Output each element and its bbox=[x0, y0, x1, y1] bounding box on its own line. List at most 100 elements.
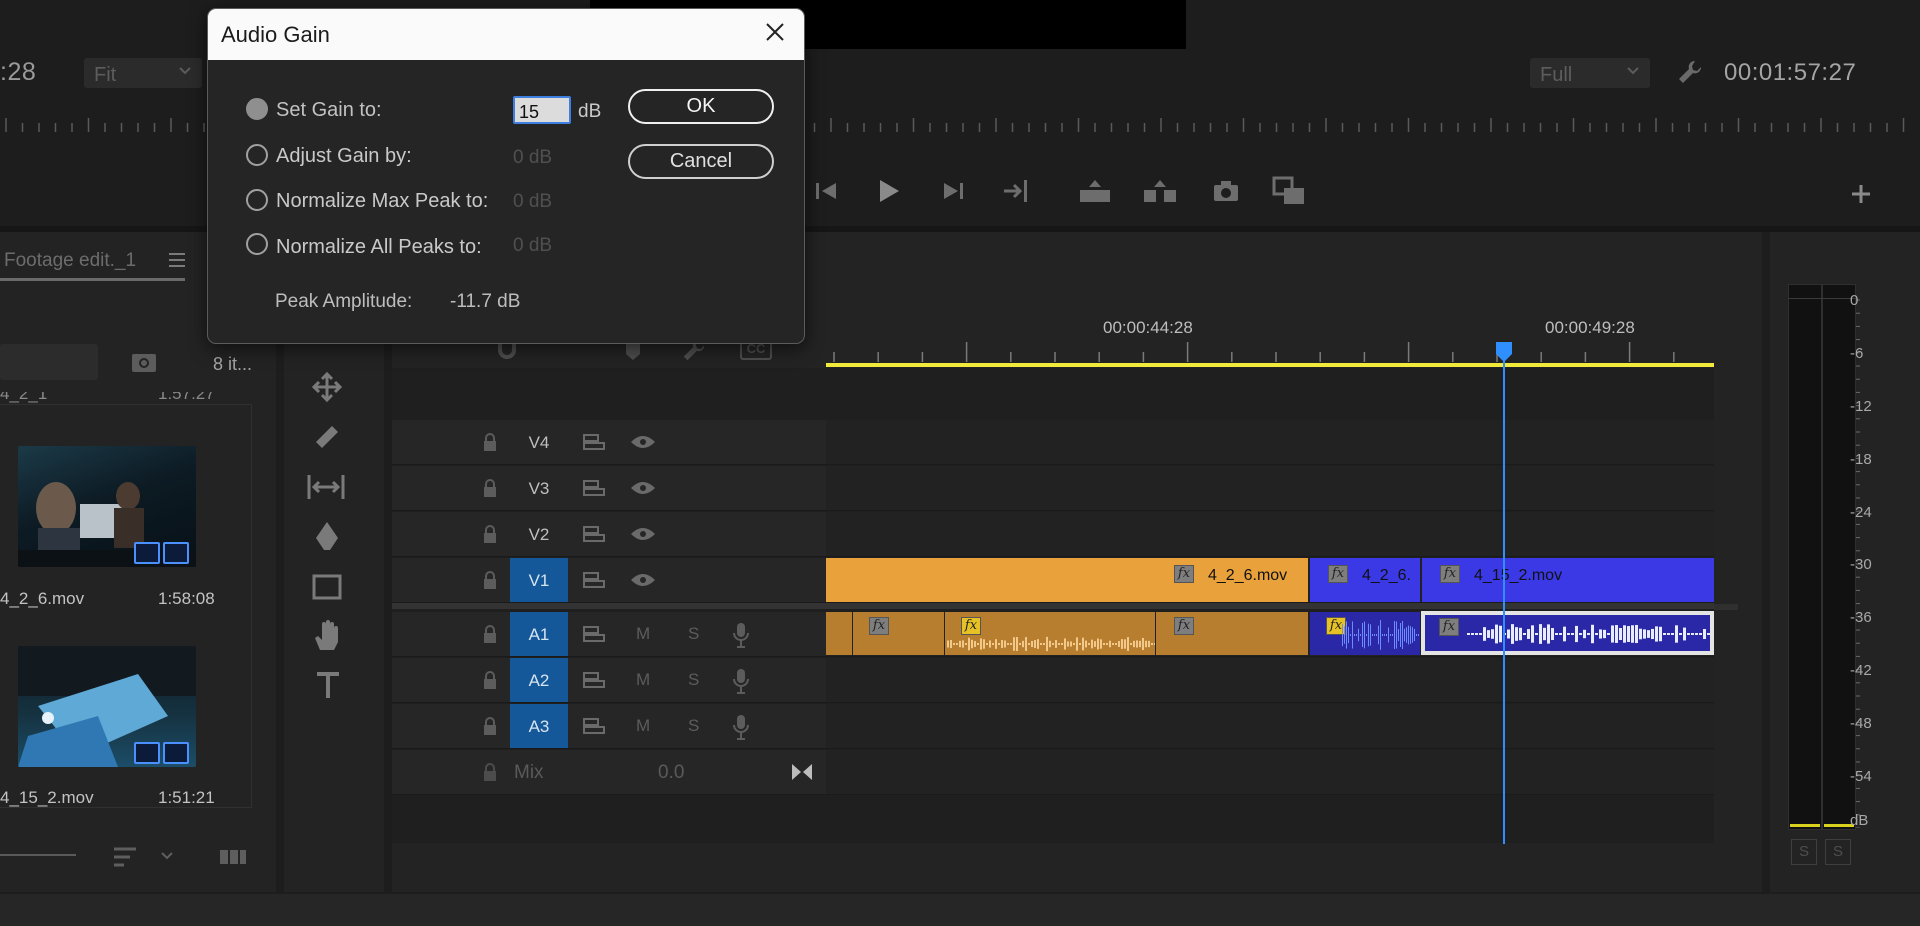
step-back-icon[interactable] bbox=[814, 180, 840, 202]
track-header-v2[interactable]: V2 bbox=[392, 512, 826, 557]
gain-input[interactable] bbox=[513, 96, 571, 124]
sort-icon[interactable] bbox=[112, 846, 138, 868]
track-lane-mix[interactable] bbox=[826, 750, 1714, 795]
track-header-v1[interactable]: V1 bbox=[392, 558, 826, 603]
eye-icon[interactable] bbox=[630, 526, 656, 542]
sync-lock-icon[interactable] bbox=[582, 571, 606, 589]
set-gain-label[interactable]: Set Gain to: bbox=[276, 99, 382, 122]
step-forward-icon[interactable] bbox=[940, 180, 966, 202]
video-clip[interactable]: fx 4_15_2.mov bbox=[1422, 558, 1714, 602]
fx-badge[interactable]: fx bbox=[961, 617, 981, 635]
video-clip[interactable]: fx 4_2_6.mov bbox=[826, 558, 1308, 602]
video-audio-divider[interactable] bbox=[392, 603, 1714, 609]
lock-icon[interactable] bbox=[482, 670, 498, 690]
lock-icon[interactable] bbox=[482, 762, 498, 782]
track-header-a3[interactable]: A3 M S bbox=[392, 704, 826, 749]
fx-badge[interactable]: fx bbox=[1174, 617, 1194, 635]
clip-name[interactable]: 4_15_2.mov bbox=[0, 788, 94, 808]
sync-lock-icon[interactable] bbox=[582, 433, 606, 451]
freeform-view-icon[interactable] bbox=[218, 848, 248, 866]
project-search-input[interactable] bbox=[0, 344, 98, 380]
sync-lock-icon[interactable] bbox=[582, 671, 606, 689]
mix-toggle-icon[interactable] bbox=[790, 762, 814, 782]
track-label[interactable]: V3 bbox=[510, 466, 568, 510]
work-area-bar[interactable] bbox=[826, 363, 1714, 367]
fx-badge[interactable]: fx bbox=[1328, 565, 1348, 583]
track-lane-v4[interactable] bbox=[826, 420, 1714, 465]
chevron-down-icon[interactable] bbox=[160, 850, 174, 862]
track-header-v3[interactable]: V3 bbox=[392, 466, 826, 511]
normalize-max-peak-label[interactable]: Normalize Max Peak to: bbox=[276, 190, 488, 213]
add-button-icon[interactable] bbox=[1850, 183, 1872, 205]
panel-menu-icon[interactable] bbox=[168, 252, 186, 268]
track-label[interactable]: A1 bbox=[510, 612, 568, 656]
program-quality-dropdown[interactable]: Full bbox=[1530, 58, 1650, 88]
mute-button[interactable]: M bbox=[636, 716, 650, 736]
clip-thumbnail[interactable] bbox=[18, 446, 196, 567]
playhead-handle[interactable] bbox=[1494, 340, 1514, 364]
track-label[interactable]: A2 bbox=[510, 658, 568, 702]
track-lane-v2[interactable] bbox=[826, 512, 1714, 557]
wrench-icon[interactable] bbox=[1675, 57, 1705, 87]
audio-clip[interactable]: fx bbox=[1310, 612, 1420, 655]
normalize-all-peaks-radio[interactable] bbox=[246, 233, 268, 255]
fx-badge[interactable]: fx bbox=[1439, 618, 1459, 636]
audio-clip[interactable] bbox=[826, 612, 852, 655]
lock-icon[interactable] bbox=[482, 570, 498, 590]
adjust-gain-radio[interactable] bbox=[246, 144, 268, 166]
normalize-all-peaks-label[interactable]: Normalize All Peaks to: bbox=[276, 236, 482, 259]
dialog-titlebar[interactable]: Audio Gain bbox=[208, 9, 804, 60]
sync-lock-icon[interactable] bbox=[582, 479, 606, 497]
track-header-mix[interactable]: Mix 0.0 bbox=[392, 750, 826, 795]
microphone-icon[interactable] bbox=[732, 713, 750, 741]
track-select-icon[interactable] bbox=[310, 370, 344, 404]
meter-solo-left-button[interactable]: S bbox=[1791, 839, 1817, 865]
slip-icon[interactable] bbox=[306, 472, 346, 502]
sync-lock-icon[interactable] bbox=[582, 525, 606, 543]
sync-lock-icon[interactable] bbox=[582, 717, 606, 735]
track-lane-a3[interactable] bbox=[826, 704, 1714, 749]
camera-icon[interactable] bbox=[1212, 180, 1240, 202]
mute-button[interactable]: M bbox=[636, 624, 650, 644]
microphone-icon[interactable] bbox=[732, 621, 750, 649]
clip-name[interactable]: 4_2_6.mov bbox=[0, 589, 84, 609]
fx-badge[interactable]: fx bbox=[1174, 565, 1194, 583]
track-label[interactable]: V1 bbox=[510, 558, 568, 602]
lift-icon[interactable] bbox=[1078, 178, 1112, 204]
clip-thumbnail[interactable] bbox=[18, 646, 196, 767]
track-header-a2[interactable]: A2 M S bbox=[392, 658, 826, 703]
video-clip[interactable]: fx 4_2_6. bbox=[1310, 558, 1420, 602]
hand-icon[interactable] bbox=[312, 618, 342, 652]
set-gain-radio[interactable] bbox=[246, 98, 268, 120]
lock-icon[interactable] bbox=[482, 432, 498, 452]
find-icon[interactable] bbox=[130, 350, 158, 374]
lock-icon[interactable] bbox=[482, 524, 498, 544]
fx-badge[interactable]: fx bbox=[869, 617, 889, 635]
audio-clip[interactable]: fx bbox=[945, 612, 1155, 655]
mix-value[interactable]: 0.0 bbox=[658, 762, 684, 784]
solo-button[interactable]: S bbox=[688, 670, 699, 690]
microphone-icon[interactable] bbox=[732, 667, 750, 695]
timeline-scroll-track[interactable] bbox=[1714, 604, 1738, 610]
timeline-ruler[interactable] bbox=[826, 340, 1714, 362]
eye-icon[interactable] bbox=[630, 572, 656, 588]
playhead-line[interactable] bbox=[1503, 352, 1505, 844]
track-lane-v3[interactable] bbox=[826, 466, 1714, 511]
rectangle-icon[interactable] bbox=[312, 572, 342, 602]
eye-icon[interactable] bbox=[630, 434, 656, 450]
mute-button[interactable]: M bbox=[636, 670, 650, 690]
track-lane-a2[interactable] bbox=[826, 658, 1714, 703]
solo-button[interactable]: S bbox=[688, 624, 699, 644]
razor-icon[interactable] bbox=[312, 422, 342, 452]
ok-button[interactable]: OK bbox=[628, 89, 774, 124]
lock-icon[interactable] bbox=[482, 478, 498, 498]
lock-icon[interactable] bbox=[482, 624, 498, 644]
solo-button[interactable]: S bbox=[688, 716, 699, 736]
audio-clip-selected[interactable]: fx bbox=[1421, 611, 1714, 655]
go-to-out-icon[interactable] bbox=[1002, 178, 1032, 204]
source-fit-dropdown[interactable]: Fit bbox=[84, 58, 202, 88]
fx-badge[interactable]: fx bbox=[1440, 565, 1460, 583]
sync-lock-icon[interactable] bbox=[582, 625, 606, 643]
track-header-v4[interactable]: V4 bbox=[392, 420, 826, 465]
normalize-max-peak-radio[interactable] bbox=[246, 189, 268, 211]
